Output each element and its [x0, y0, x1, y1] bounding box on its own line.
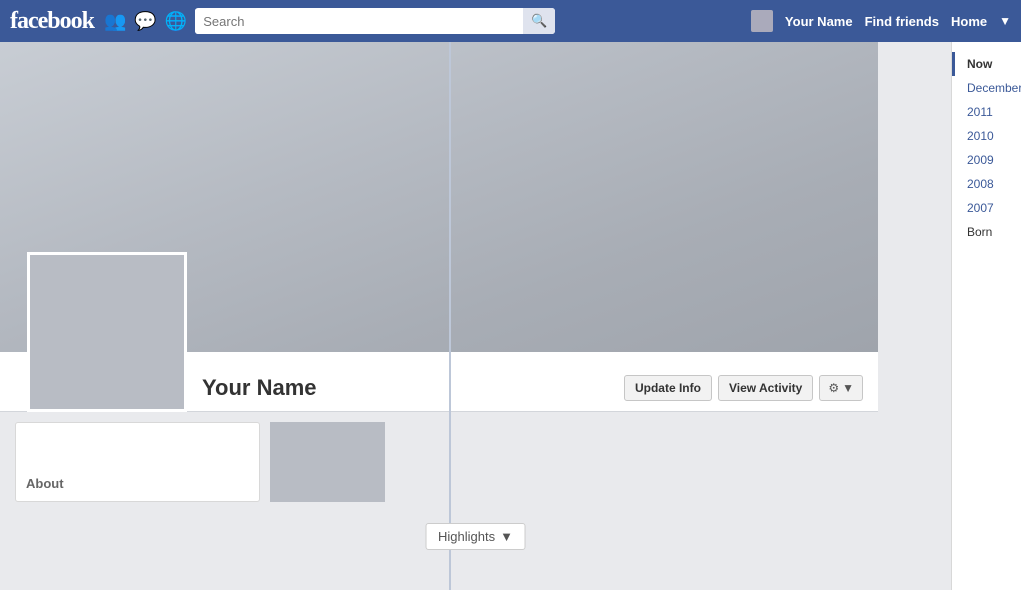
highlights-label: Highlights	[438, 529, 495, 544]
left-column: About	[15, 422, 260, 502]
facebook-logo[interactable]: facebook	[10, 8, 94, 35]
profile-picture[interactable]	[27, 252, 187, 412]
home-link[interactable]: Home	[951, 14, 987, 29]
timeline-item-2011[interactable]: 2011	[952, 100, 1021, 124]
friends-icon[interactable]: 👥	[104, 11, 126, 32]
about-box: About	[15, 422, 260, 502]
nav-dropdown-button[interactable]: ▼	[999, 14, 1011, 28]
profile-name: Your Name	[202, 375, 317, 411]
right-column	[270, 422, 863, 502]
notifications-icon[interactable]: 🌐	[165, 11, 187, 32]
gear-icon: ⚙	[828, 381, 839, 395]
search-input[interactable]	[195, 9, 523, 34]
gear-dropdown-icon: ▼	[842, 381, 854, 395]
search-button[interactable]: 🔍	[523, 8, 555, 34]
about-label: About	[26, 476, 64, 491]
highlights-dropdown-icon: ▼	[500, 529, 513, 544]
photo-placeholder	[270, 422, 385, 502]
timeline-item-born[interactable]: Born	[952, 220, 1021, 244]
update-info-button[interactable]: Update Info	[624, 375, 712, 401]
timeline-item-2009[interactable]: 2009	[952, 148, 1021, 172]
profile-actions: Update Info View Activity ⚙ ▼	[624, 375, 878, 411]
timeline-item-2010[interactable]: 2010	[952, 124, 1021, 148]
top-navigation: facebook 👥 💬 🌐 🔍 Your Name Find friends …	[0, 0, 1021, 42]
find-friends-link[interactable]: Find friends	[865, 14, 939, 29]
content-area: About	[0, 412, 878, 512]
timeline-item-2008[interactable]: 2008	[952, 172, 1021, 196]
main-wrapper: Your Name Update Info View Activity ⚙ ▼ …	[0, 42, 1021, 590]
messages-icon[interactable]: 💬	[134, 11, 156, 32]
timeline-center-line	[449, 42, 451, 590]
nav-username[interactable]: Your Name	[785, 14, 853, 29]
highlights-bar: Highlights ▼	[425, 523, 526, 550]
highlights-button[interactable]: Highlights ▼	[425, 523, 526, 550]
profile-section: Your Name Update Info View Activity ⚙ ▼	[0, 352, 878, 412]
nav-icon-group: 👥 💬 🌐	[104, 11, 187, 32]
timeline-area: Your Name Update Info View Activity ⚙ ▼ …	[0, 42, 951, 590]
nav-right-section: Your Name Find friends Home ▼	[751, 10, 1011, 32]
gear-settings-button[interactable]: ⚙ ▼	[819, 375, 863, 401]
timeline-item-december[interactable]: December	[952, 76, 1021, 100]
timeline-item-2007[interactable]: 2007	[952, 196, 1021, 220]
timeline-item-now[interactable]: Now	[952, 52, 1021, 76]
avatar	[751, 10, 773, 32]
view-activity-button[interactable]: View Activity	[718, 375, 813, 401]
timeline-sidebar: NowDecember20112010200920082007Born	[951, 42, 1021, 590]
search-bar: 🔍	[195, 8, 555, 34]
